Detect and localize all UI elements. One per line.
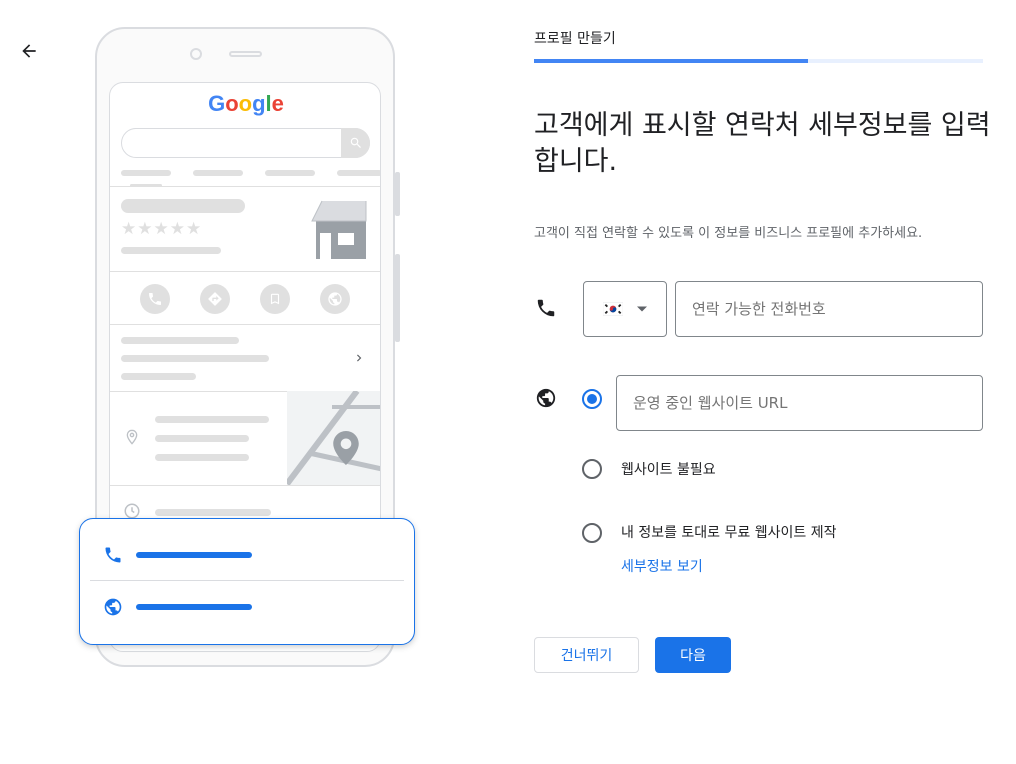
contact-card — [79, 518, 415, 645]
mock-call-button — [140, 284, 170, 314]
mock-info-line — [121, 373, 196, 380]
globe-icon — [104, 598, 122, 616]
radio-no-website[interactable] — [582, 459, 602, 479]
radio-free-website-label[interactable]: 내 정보를 토대로 무료 웹사이트 제작 — [621, 522, 836, 542]
mock-address-line — [155, 435, 249, 442]
radio-no-website-label[interactable]: 웹사이트 불필요 — [621, 459, 716, 479]
phone-speaker — [229, 51, 262, 57]
google-logo-letter: e — [271, 91, 284, 116]
next-button[interactable]: 다음 — [655, 637, 731, 673]
mock-business-category — [121, 247, 221, 254]
google-logo: Google — [110, 91, 380, 117]
phone-icon — [105, 547, 121, 563]
google-logo-letter: o — [225, 91, 239, 116]
page-description: 고객이 직접 연락할 수 있도록 이 정보를 비즈니스 프로필에 추가하세요. — [534, 226, 923, 241]
google-logo-letter: g — [252, 91, 266, 116]
arrow-back-icon — [22, 44, 36, 58]
mock-map — [287, 391, 380, 485]
google-logo-letter: G — [208, 91, 226, 116]
mock-tab — [265, 170, 315, 176]
mock-search-bar — [121, 128, 370, 158]
globe-icon — [536, 388, 556, 408]
divider — [90, 580, 404, 581]
directions-icon — [208, 292, 222, 306]
mock-tab — [337, 170, 380, 176]
phone-side-button — [395, 172, 400, 216]
divider — [110, 324, 380, 325]
mock-directions-button — [200, 284, 230, 314]
mock-address-line — [155, 454, 249, 461]
skip-button[interactable]: 건너뛰기 — [534, 637, 639, 673]
phone-icon — [149, 293, 161, 305]
contact-website-bar — [136, 604, 252, 610]
mock-info-line — [121, 337, 239, 344]
mock-tab — [193, 170, 243, 176]
radio-website-url[interactable] — [582, 389, 602, 409]
bookmark-icon — [270, 293, 280, 305]
divider — [110, 186, 380, 187]
mock-tab — [121, 170, 171, 176]
divider — [110, 485, 380, 486]
mock-address-line — [155, 416, 269, 423]
phone-row-icon — [534, 296, 558, 320]
globe-icon — [328, 292, 342, 306]
location-pin-icon — [126, 429, 138, 445]
contact-phone-bar — [136, 552, 252, 558]
mock-rating-stars: ★★★★★ — [121, 219, 203, 239]
google-logo-letter: o — [238, 91, 253, 116]
chevron-right-icon — [357, 354, 362, 362]
mock-website-button — [320, 284, 350, 314]
website-row-icon — [534, 386, 558, 410]
step-label: 프로필 만들기 — [534, 31, 616, 47]
radio-free-website[interactable] — [582, 523, 602, 543]
phone-icon — [537, 299, 555, 317]
mock-search-button — [341, 128, 370, 158]
page-title: 고객에게 표시할 연락처 세부정보를 입력합니다. — [534, 110, 991, 177]
country-code-select[interactable] — [583, 281, 667, 337]
details-link[interactable]: 세부정보 보기 — [621, 556, 703, 576]
divider — [110, 271, 380, 272]
mock-business-name — [121, 199, 245, 213]
korea-flag-icon — [603, 302, 623, 316]
mock-hours-line — [155, 509, 271, 516]
storefront-icon — [311, 200, 367, 259]
mock-save-button — [260, 284, 290, 314]
dropdown-arrow-icon — [637, 306, 647, 312]
map-pin-icon — [333, 431, 359, 465]
phone-camera — [190, 48, 202, 60]
website-url-input[interactable] — [616, 375, 983, 431]
phone-side-button — [395, 254, 400, 342]
back-button[interactable] — [14, 36, 44, 66]
search-icon — [350, 137, 361, 148]
progress-bar — [534, 59, 808, 63]
mock-info-line — [121, 355, 269, 362]
phone-number-input[interactable] — [675, 281, 983, 337]
